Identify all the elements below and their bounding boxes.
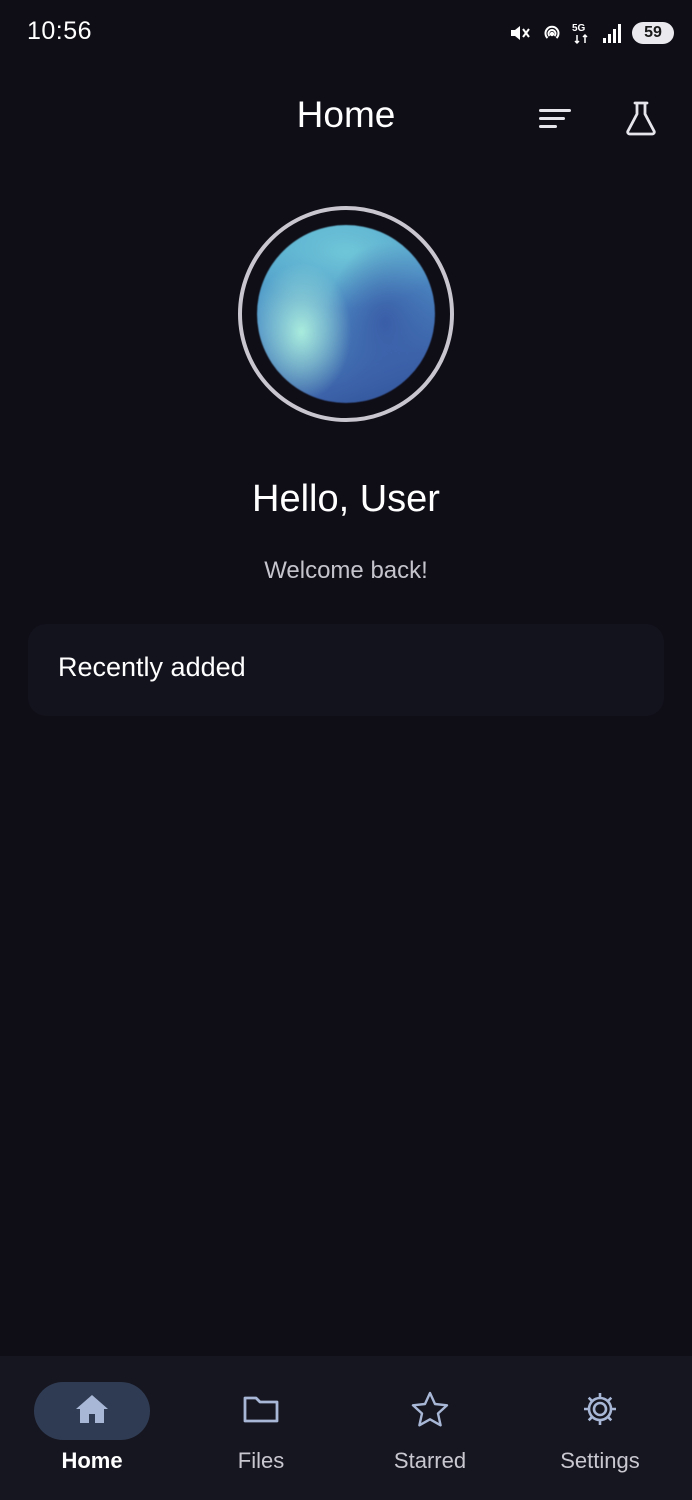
battery-icon: 59 xyxy=(632,22,674,44)
bottom-navigation: Home Files Starred Settings xyxy=(0,1356,692,1500)
5g-icon: 5G xyxy=(572,21,594,45)
nav-label-home: Home xyxy=(61,1448,123,1473)
labs-button[interactable] xyxy=(619,98,663,142)
nav-item-home[interactable]: Home xyxy=(12,1380,172,1490)
avatar-ring[interactable] xyxy=(238,206,454,422)
nav-item-files[interactable]: Files xyxy=(181,1380,341,1490)
status-icons: 5G 59 xyxy=(508,18,674,48)
avatar xyxy=(257,225,435,403)
folder-icon xyxy=(242,1393,280,1429)
gear-icon xyxy=(581,1390,619,1432)
recently-added-card[interactable]: Recently added xyxy=(28,624,664,716)
welcome-message: Welcome back! xyxy=(264,557,428,584)
home-icon xyxy=(74,1392,110,1430)
nav-item-settings[interactable]: Settings xyxy=(520,1380,680,1490)
menu-button[interactable] xyxy=(533,98,577,142)
flask-icon xyxy=(623,100,659,140)
page-title: Home xyxy=(296,94,396,135)
mute-icon xyxy=(508,21,532,45)
greeting: Hello, User xyxy=(252,478,440,520)
nav-label-files: Files xyxy=(237,1448,285,1473)
hotspot-icon xyxy=(540,21,564,45)
status-bar: 10:56 5G 59 xyxy=(0,0,692,66)
svg-text:5G: 5G xyxy=(572,23,586,34)
nav-item-starred[interactable]: Starred xyxy=(350,1380,510,1490)
recently-added-title: Recently added xyxy=(58,652,246,682)
top-app-bar: Home xyxy=(0,80,692,160)
menu-icon xyxy=(537,103,573,137)
star-icon xyxy=(411,1391,449,1431)
status-time: 10:56 xyxy=(27,17,93,45)
nav-active-indicator xyxy=(34,1382,150,1440)
nav-label-settings: Settings xyxy=(560,1448,640,1473)
signal-icon xyxy=(602,21,624,45)
nav-label-starred: Starred xyxy=(393,1448,467,1473)
screen: 10:56 5G 59 Home Hello, User Welcome bac… xyxy=(0,0,692,1500)
